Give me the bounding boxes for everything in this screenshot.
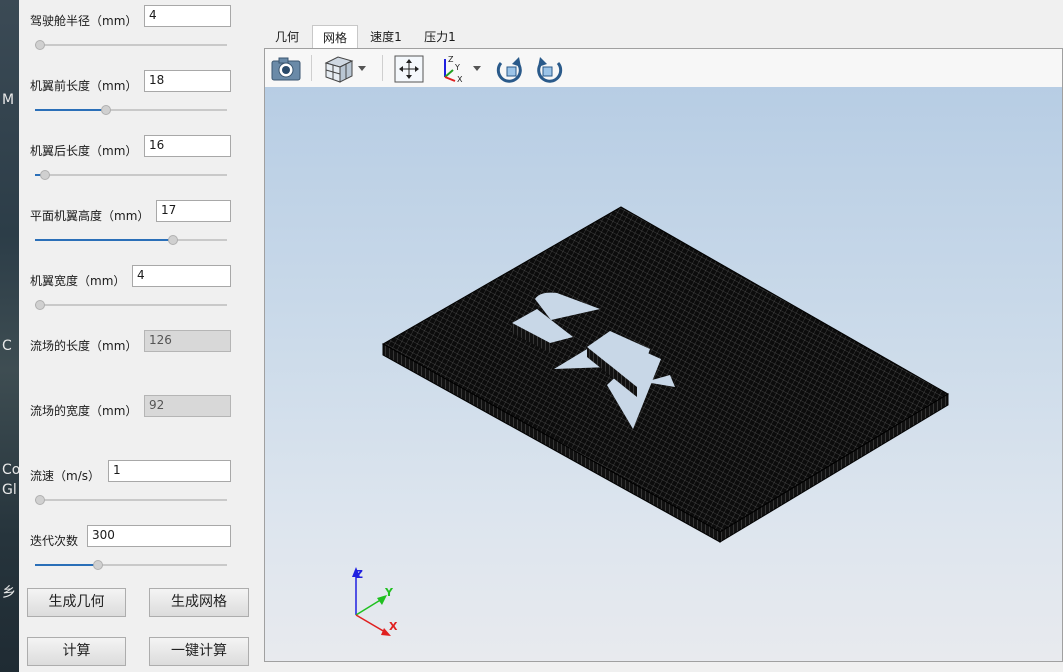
- tab-mesh[interactable]: 网格: [312, 25, 358, 50]
- slider-handle[interactable]: [35, 40, 45, 50]
- param-row-field-length: 流场的长度（mm） 126: [19, 325, 260, 390]
- param-label: 驾驶舱半径（mm）: [30, 14, 138, 28]
- param-input[interactable]: 18: [144, 70, 231, 92]
- rotate-cw-icon[interactable]: [493, 53, 525, 85]
- slider-handle[interactable]: [93, 560, 104, 570]
- slider-handle[interactable]: [35, 300, 45, 310]
- view-tabs: 几何 网格 速度1 压力1: [264, 25, 1063, 50]
- desktop-label: Gl: [2, 482, 17, 498]
- param-row-wing-width: 机翼宽度（mm） 4: [19, 260, 260, 325]
- param-input[interactable]: 4: [132, 265, 231, 287]
- axis-x-label: X: [389, 620, 398, 633]
- param-slider[interactable]: [35, 235, 227, 245]
- param-label: 流场的宽度（mm）: [30, 404, 138, 418]
- param-slider[interactable]: [35, 495, 227, 505]
- param-row-wing-height: 平面机翼高度（mm） 17: [19, 195, 260, 260]
- slider-handle[interactable]: [35, 495, 45, 505]
- svg-text:Z: Z: [448, 55, 454, 64]
- slider-handle[interactable]: [101, 105, 112, 115]
- param-input-readonly: 92: [144, 395, 231, 417]
- param-label: 流速（m/s）: [30, 469, 100, 483]
- compute-button[interactable]: 计算: [27, 637, 126, 666]
- svg-text:X: X: [457, 75, 463, 84]
- param-slider[interactable]: [35, 105, 227, 115]
- axes-icon[interactable]: Z Y X: [437, 53, 485, 85]
- desktop-label: M: [2, 92, 15, 108]
- param-row-flow-speed: 流速（m/s） 1: [19, 455, 260, 520]
- param-input[interactable]: 16: [144, 135, 231, 157]
- param-slider[interactable]: [35, 170, 227, 180]
- slider-handle[interactable]: [39, 170, 50, 180]
- desktop-label: Co: [2, 462, 19, 478]
- desktop-label: 乡: [2, 585, 16, 601]
- slider-handle[interactable]: [168, 235, 179, 245]
- param-label: 迭代次数: [30, 534, 79, 548]
- param-row-cockpit-radius: 驾驶舱半径（mm） 4: [19, 0, 260, 65]
- param-label: 流场的长度（mm）: [30, 339, 138, 353]
- camera-icon[interactable]: [270, 53, 302, 85]
- param-input-readonly: 126: [144, 330, 231, 352]
- param-slider[interactable]: [35, 560, 227, 570]
- mesh-viewer: Z Y X Z Y X: [264, 48, 1063, 662]
- cube-view-icon[interactable]: [322, 53, 370, 85]
- desktop-label: C: [2, 338, 12, 354]
- generate-mesh-button[interactable]: 生成网格: [149, 588, 249, 617]
- one-click-compute-button[interactable]: 一键计算: [149, 637, 249, 666]
- param-input[interactable]: 300: [87, 525, 231, 547]
- parameter-panel: 驾驶舱半径（mm） 4 机翼前长度（mm） 18 机翼后长度（mm） 16 平面…: [19, 0, 260, 672]
- param-slider[interactable]: [35, 300, 227, 310]
- desktop-background: M C Co Gl 乡: [0, 0, 19, 672]
- param-input[interactable]: 17: [156, 200, 231, 222]
- param-slider[interactable]: [35, 40, 227, 50]
- param-row-iterations: 迭代次数 300: [19, 520, 260, 585]
- tab-pressure[interactable]: 压力1: [414, 25, 466, 49]
- param-label: 机翼前长度（mm）: [30, 79, 138, 93]
- param-label: 机翼宽度（mm）: [30, 274, 126, 288]
- tab-velocity[interactable]: 速度1: [360, 25, 412, 49]
- param-row-rear-wing: 机翼后长度（mm） 16: [19, 130, 260, 195]
- mesh-model: Z Y X: [352, 206, 949, 636]
- fit-all-icon[interactable]: [393, 53, 425, 85]
- viewer-toolbar: Z Y X: [265, 49, 1062, 87]
- rotate-ccw-icon[interactable]: [534, 53, 566, 85]
- axis-z-label: Z: [355, 568, 363, 581]
- param-row-field-width: 流场的宽度（mm） 92: [19, 390, 260, 455]
- svg-text:Y: Y: [454, 63, 460, 72]
- axis-y-label: Y: [384, 586, 394, 599]
- param-row-front-wing: 机翼前长度（mm） 18: [19, 65, 260, 130]
- generate-geometry-button[interactable]: 生成几何: [27, 588, 126, 617]
- param-input[interactable]: 4: [144, 5, 231, 27]
- param-label: 机翼后长度（mm）: [30, 144, 138, 158]
- tab-geometry[interactable]: 几何: [264, 25, 310, 49]
- param-label: 平面机翼高度（mm）: [30, 209, 150, 223]
- render-viewport[interactable]: Z Y X: [265, 87, 1062, 661]
- param-input[interactable]: 1: [108, 460, 231, 482]
